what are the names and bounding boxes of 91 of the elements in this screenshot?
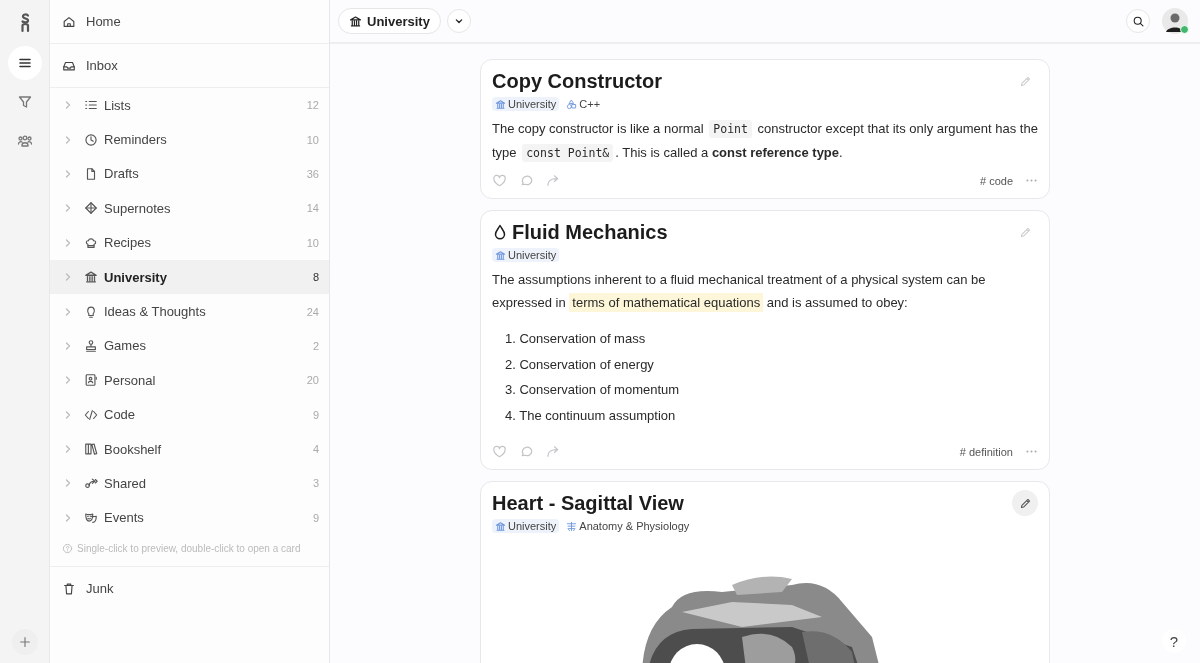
item-count: 9: [312, 511, 319, 524]
tag[interactable]: University: [492, 248, 560, 262]
bank-icon: [495, 98, 506, 110]
bank-icon: [349, 14, 362, 28]
masks-icon: [84, 510, 98, 525]
item-count: 3: [312, 477, 319, 490]
sidebar-item[interactable]: Bookshelf 4: [50, 431, 329, 467]
trash-icon: [62, 581, 76, 596]
pencil-icon: [1018, 225, 1032, 239]
sidebar-item[interactable]: Inbox: [50, 44, 329, 88]
lightbulb-icon: [84, 304, 98, 319]
sidebar-item[interactable]: Games 2: [50, 328, 329, 364]
list-item: 1. Conservation of mass: [505, 330, 647, 348]
hashtag[interactable]: # definition: [959, 445, 1013, 458]
sidebar-item[interactable]: Reminders 10: [50, 122, 329, 157]
list-item: 3. Conservation of momentum: [505, 381, 681, 399]
sidebar-item[interactable]: Drafts 36: [50, 156, 329, 192]
people-icon: [16, 133, 33, 149]
item-count: 36: [306, 167, 319, 180]
sidebar-item[interactable]: Home: [50, 0, 329, 44]
rail-button[interactable]: [7, 46, 42, 80]
add-button[interactable]: [11, 629, 38, 655]
dropdown-button[interactable]: [446, 9, 471, 33]
search-icon: [1131, 14, 1145, 28]
drop-icon: [492, 223, 508, 241]
item-count: 10: [306, 133, 319, 146]
share-icon: [84, 476, 98, 491]
note-card[interactable]: Copy Constructor University C++ The copy constructor is like a normal Point constructor except that its only argument has the type const Point& . This is called a const reference type. # code: [480, 59, 1050, 199]
code-icon: [84, 407, 98, 422]
bank-icon: [84, 270, 98, 285]
chef-hat-icon: [84, 235, 98, 250]
sidebar-item[interactable]: Ideas & Thoughts 24: [50, 294, 329, 329]
shapes-icon: [566, 98, 578, 110]
sidebar-item[interactable]: Recipes 10: [50, 225, 329, 260]
anatomy-icon: [566, 520, 578, 532]
item-count: 12: [306, 99, 319, 112]
item-count: 4: [312, 443, 319, 456]
help-icon: [62, 543, 73, 555]
hint-text: Single-click to preview, double-click to open a card: [77, 543, 301, 555]
pencil-icon: [1018, 74, 1032, 88]
sidebar-item[interactable]: Events 9: [50, 500, 329, 536]
document-icon: [84, 166, 98, 181]
comment-icon[interactable]: [519, 173, 534, 188]
search-button[interactable]: [1126, 9, 1150, 33]
stamp-icon: [84, 338, 98, 353]
list-item: 2. Conservation of energy: [505, 355, 655, 374]
heart-icon[interactable]: [492, 173, 507, 188]
sidebar-item[interactable]: Lists 12: [50, 88, 329, 123]
plus-icon: [17, 635, 32, 649]
card-title: Fluid Mechanics: [492, 219, 668, 245]
item-count: 10: [306, 236, 319, 249]
tag[interactable]: C++: [563, 97, 604, 111]
item-count: 2: [312, 339, 319, 352]
hashtag[interactable]: # code: [979, 174, 1013, 187]
card-title: Copy Constructor: [492, 69, 662, 94]
avatar[interactable]: [1162, 8, 1188, 34]
sidebar-item[interactable]: Junk: [50, 566, 329, 611]
card-title: Heart - Sagittal View: [492, 491, 684, 516]
share-icon[interactable]: [546, 444, 561, 459]
clock-icon: [84, 132, 98, 147]
item-count: 8: [312, 271, 319, 284]
collection-button[interactable]: University: [338, 8, 441, 34]
home-icon: [62, 14, 76, 29]
sidebar-item[interactable]: Personal 20: [50, 363, 329, 398]
share-icon[interactable]: [546, 173, 561, 188]
sidebar-item[interactable]: University 8: [50, 259, 329, 295]
tag[interactable]: Anatomy & Physiology: [563, 519, 693, 533]
filter-icon: [16, 94, 33, 110]
item-count: 14: [306, 202, 319, 215]
paragraph: The assumptions inherent to a fluid mechanical treatment of a physical system can be expressed in terms of mathematical equations and is assumed to obey:: [492, 271, 987, 314]
sidebar-item[interactable]: Shared 3: [50, 466, 329, 501]
item-count: 9: [312, 408, 319, 421]
list-item: 4. The continuum assumption: [505, 406, 677, 425]
bank-icon: [495, 520, 506, 532]
note-card[interactable]: Heart - Sagittal View University Anatomy & Physiology: [480, 481, 1050, 663]
heart-icon[interactable]: [492, 444, 507, 459]
sidebar-item[interactable]: Code 9: [50, 397, 329, 432]
tag[interactable]: University: [492, 97, 560, 111]
sidebar-item[interactable]: Supernotes 14: [50, 191, 329, 226]
bank-icon: [495, 249, 506, 261]
contact-card-icon: [84, 373, 98, 388]
comment-icon[interactable]: [519, 444, 534, 459]
diamond-icon: [84, 201, 98, 216]
edit-button[interactable]: [1012, 490, 1038, 516]
pencil-icon: [1018, 496, 1032, 510]
tag[interactable]: University: [492, 519, 560, 533]
bookshelf-icon: [84, 442, 98, 457]
paragraph: The copy constructor is like a normal Point constructor except that its only argument has the type const Point& . This is called a const reference type.: [492, 119, 1038, 164]
item-count: 20: [306, 374, 319, 387]
item-count: 24: [306, 305, 319, 318]
note-card[interactable]: [480, 210, 1050, 470]
